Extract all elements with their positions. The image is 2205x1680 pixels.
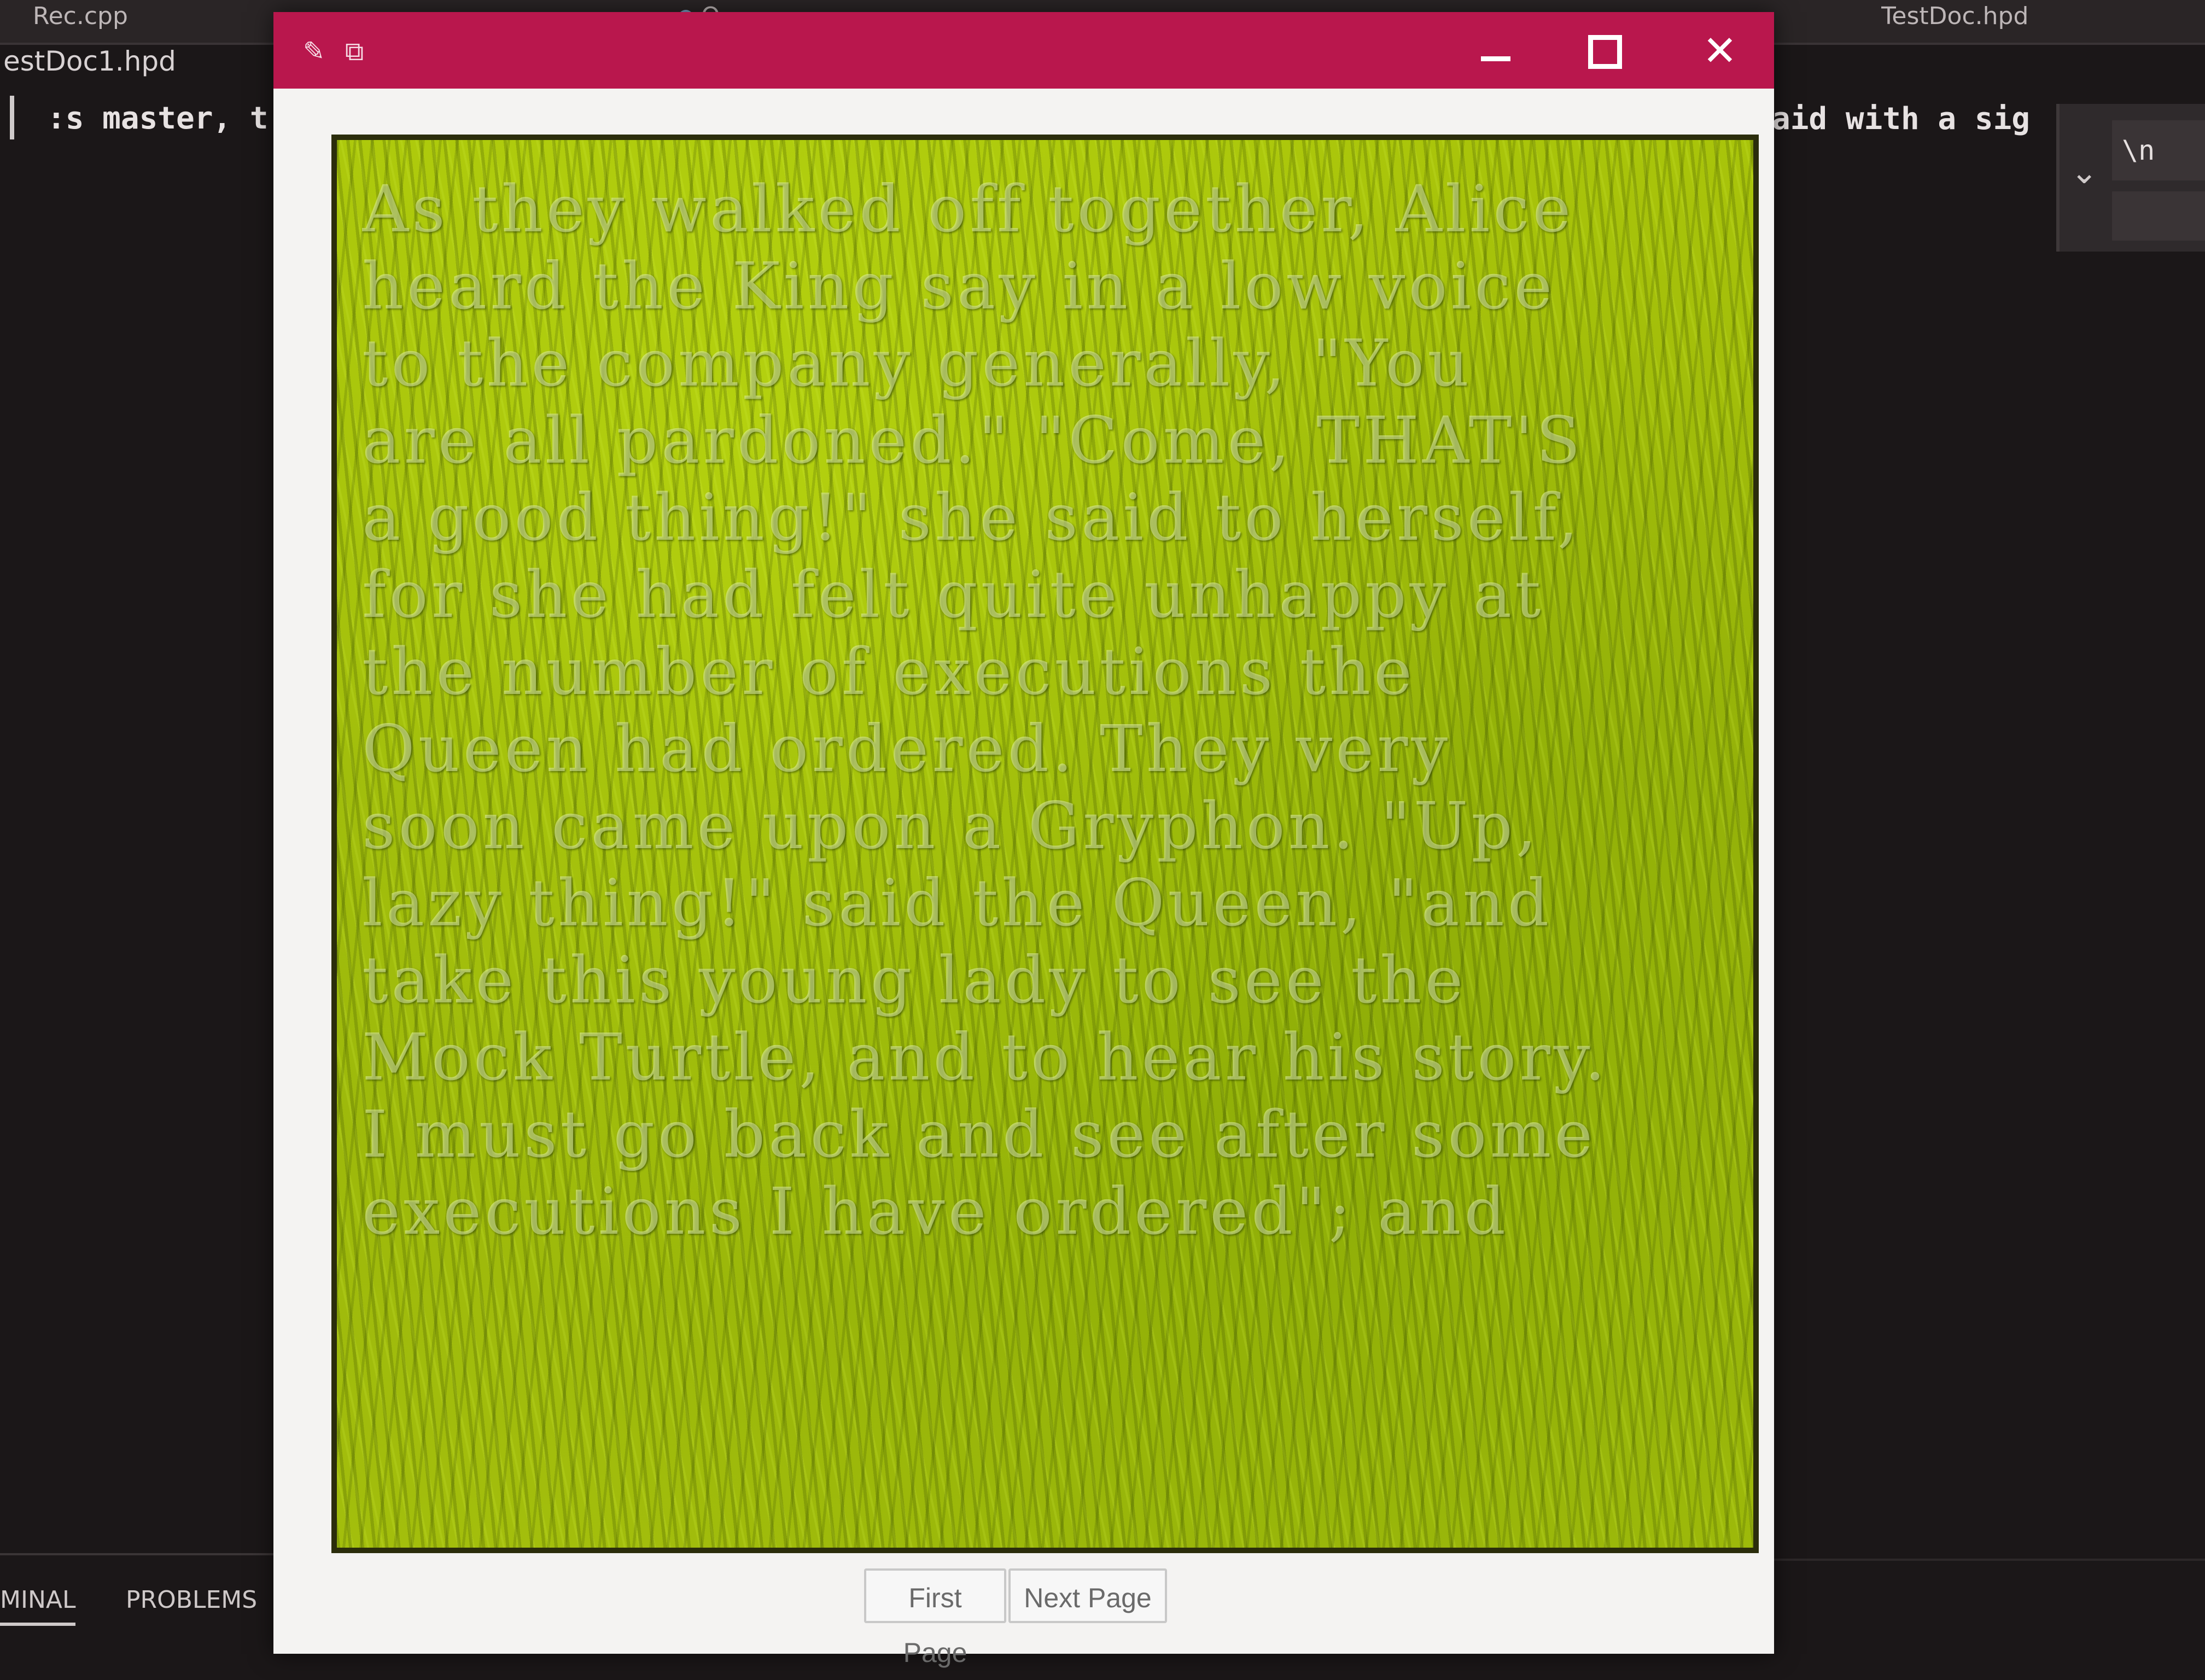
page-text: As they walked off together, Alice heard… xyxy=(362,171,1740,1250)
title-bar[interactable]: ✎ ⧉ ✕ xyxy=(273,12,1774,89)
editor-tab[interactable]: Rec.cpp xyxy=(33,0,262,43)
maximize-button[interactable] xyxy=(1575,26,1635,75)
page-text-line: heard the King say in a low voice xyxy=(362,248,1556,324)
page-text-line: lazy thing!" said the Queen, "and xyxy=(362,865,1553,941)
page-text-line: for she had felt quite unhappy at xyxy=(362,557,1544,632)
tab-problems[interactable]: PROBLEMS xyxy=(126,1586,257,1614)
code-line: aid with a sig xyxy=(1772,101,2031,137)
next-page-button[interactable]: Next Page xyxy=(1008,1568,1167,1623)
minimize-icon xyxy=(1481,56,1510,61)
edit-icon: ✎ xyxy=(302,36,325,67)
find-widget: ⌄ \n xyxy=(2056,104,2205,252)
page-image: As they walked off together, Alice heard… xyxy=(337,140,1753,1548)
minimize-button[interactable] xyxy=(1466,26,1526,75)
page-text-line: executions I have ordered"; and xyxy=(362,1174,1509,1249)
first-page-button[interactable]: First Page xyxy=(864,1568,1006,1668)
code-text: :s master, t xyxy=(47,101,269,137)
page-text-line: the number of executions the xyxy=(362,634,1415,709)
close-icon: ✕ xyxy=(1702,26,1737,75)
reader-window: ✎ ⧉ ✕ As they walked off together, Alice… xyxy=(273,12,1774,1668)
close-button[interactable]: ✕ xyxy=(1690,26,1750,75)
page-text-line: a good thing!" she said to herself, xyxy=(362,480,1582,555)
find-input[interactable]: \n xyxy=(2112,120,2205,180)
page-text-line: to the company generally, "You xyxy=(362,325,1473,401)
editor-tab[interactable]: TestDoc.hpd xyxy=(1881,0,2111,43)
page-text-line: Mock Turtle, and to hear his story. xyxy=(362,1019,1609,1095)
page-text-line: take this young lady to see the xyxy=(362,942,1467,1018)
chevron-down-icon[interactable]: ⌄ xyxy=(2070,153,2098,191)
panel-divider xyxy=(0,1553,273,1555)
page-canvas: As they walked off together, Alice heard… xyxy=(331,135,1759,1553)
tab-terminal[interactable]: MINAL xyxy=(0,1586,76,1626)
replace-input[interactable] xyxy=(2112,191,2205,241)
page-text-line: are all pardoned." "Come, THAT'S xyxy=(362,402,1584,478)
copy-icon: ⧉ xyxy=(345,36,364,67)
page-text-line: soon came upon a Gryphon. "Up, xyxy=(362,788,1540,864)
file-breadcrumb[interactable]: estDoc1.hpd xyxy=(0,39,176,83)
page-text-line: As they walked off together, Alice xyxy=(362,171,1574,247)
page-text-line: I must go back and see after some xyxy=(362,1096,1596,1172)
cursor-gutter xyxy=(10,96,14,139)
maximize-icon xyxy=(1588,35,1622,69)
page-text-line: Queen had ordered. They very xyxy=(362,711,1451,786)
panel-divider xyxy=(1761,1559,2205,1561)
code-line: :s master, t xyxy=(0,96,273,139)
